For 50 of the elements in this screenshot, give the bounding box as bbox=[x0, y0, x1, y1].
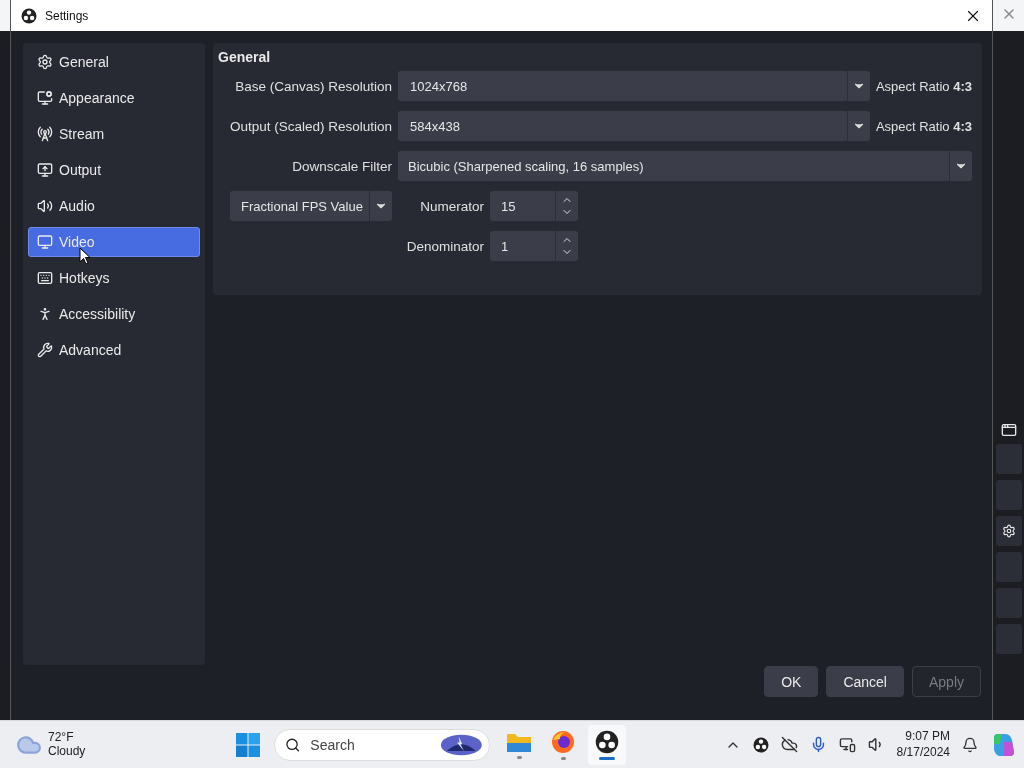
temperature-text: 72°F bbox=[48, 730, 75, 745]
speaker-icon bbox=[37, 198, 53, 214]
sidebar-item[interactable]: Stream bbox=[28, 119, 200, 149]
dialog-button[interactable]: Cancel bbox=[826, 666, 904, 697]
section-title: General bbox=[218, 49, 272, 65]
search-bar[interactable]: Search bbox=[274, 728, 490, 761]
dock-tile[interactable] bbox=[995, 516, 1022, 546]
aspect-ratio-text: Aspect Ratio 4:3 bbox=[875, 78, 972, 94]
taskbar-app[interactable] bbox=[588, 724, 626, 765]
field-label: Output (Scaled) Resolution bbox=[228, 118, 392, 134]
sidebar-item[interactable]: Output bbox=[28, 155, 200, 185]
tools-icon bbox=[37, 342, 53, 358]
fps-type-dropdown[interactable]: Fractional FPS Value bbox=[230, 191, 392, 221]
windows-icon[interactable] bbox=[1000, 422, 1017, 438]
gear-icon[interactable] bbox=[1001, 524, 1016, 538]
recorder-icon bbox=[595, 729, 619, 754]
sidebar-item[interactable]: General bbox=[28, 47, 200, 77]
search-field[interactable]: Search bbox=[308, 735, 433, 754]
dialog-button[interactable]: OK bbox=[764, 666, 819, 697]
keyboard-icon bbox=[37, 270, 53, 286]
filter-dropdown[interactable]: Bicubic (Sharpened scaling, 16 samples) bbox=[398, 151, 972, 181]
resolution-dropdown[interactable]: 1024x768 bbox=[398, 71, 870, 101]
field-label: Base (Canvas) Resolution bbox=[234, 78, 392, 94]
field-label: Denominator bbox=[405, 238, 484, 254]
browser-icon bbox=[551, 729, 575, 754]
clock[interactable]: 9:07 PM 8/17/2024 bbox=[896, 728, 950, 761]
window-title: Settings bbox=[45, 8, 90, 23]
person-icon bbox=[37, 306, 53, 322]
sidebar-item[interactable]: Audio bbox=[28, 191, 200, 221]
gear-icon bbox=[37, 54, 53, 70]
antenna-icon bbox=[37, 126, 53, 142]
bell-icon[interactable] bbox=[962, 736, 978, 753]
cursor-icon bbox=[79, 247, 91, 265]
monitor-icon bbox=[37, 90, 53, 106]
recorder-icon bbox=[752, 736, 769, 753]
sidebar-item[interactable]: Hotkeys bbox=[28, 263, 200, 293]
sidebar-item[interactable]: Accessibility bbox=[28, 299, 200, 329]
monitor-icon bbox=[37, 234, 53, 250]
logo-icon bbox=[21, 7, 37, 24]
start-icon[interactable] bbox=[236, 732, 260, 757]
number-spinner[interactable]: 15 bbox=[490, 191, 578, 221]
number-spinner[interactable]: 1 bbox=[490, 231, 578, 261]
aspect-ratio-text: Aspect Ratio 4:3 bbox=[875, 118, 972, 134]
cloud-off-icon[interactable] bbox=[780, 736, 798, 753]
field-label: Downscale Filter bbox=[291, 158, 392, 174]
resolution-dropdown[interactable]: 584x438 bbox=[398, 111, 870, 141]
sidebar-item[interactable]: Appearance bbox=[28, 83, 200, 113]
field-label: Numerator bbox=[419, 198, 484, 214]
sidebar-item[interactable]: Advanced bbox=[28, 335, 200, 365]
weather-text: Cloudy bbox=[48, 744, 86, 759]
